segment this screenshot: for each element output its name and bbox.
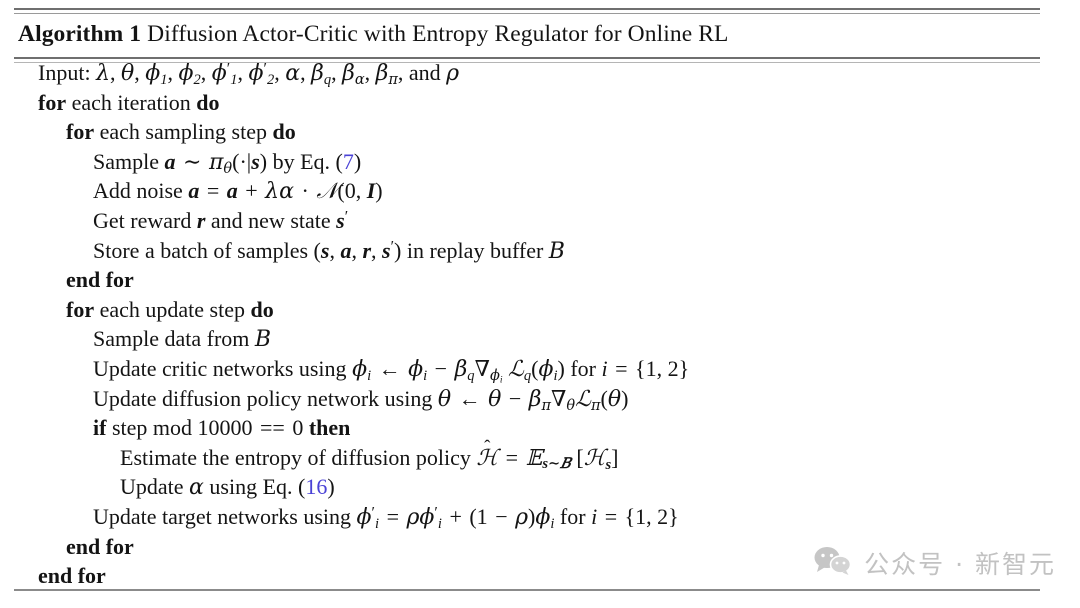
pseudocode-line-sample-data: Sample data from 𝐵 bbox=[93, 326, 272, 353]
pseudocode-line-end-for-sampling: end for bbox=[66, 267, 134, 293]
pseudocode-line-store-batch: Store a batch of samples (s, a, r, s′) i… bbox=[93, 237, 565, 264]
pseudocode-line-update-policy: Update diffusion policy network using θ … bbox=[93, 385, 629, 414]
watermark: 公众号 · 新智元 bbox=[813, 545, 1056, 581]
watermark-text: 公众号 · 新智元 bbox=[864, 550, 1056, 579]
pseudocode-line-get-reward: Get reward r and new state s′ bbox=[93, 207, 349, 233]
algorithm-title: Algorithm 1 Diffusion Actor-Critic with … bbox=[14, 14, 1040, 55]
algorithm-label: Algorithm 1 bbox=[18, 21, 142, 47]
algorithm-pseudocode: Input: λ, θ, ϕ1, ϕ2, ϕ′1, ϕ′2, α, βq, βα… bbox=[38, 58, 1038, 591]
algorithm-block: Algorithm 1 Diffusion Actor-Critic with … bbox=[14, 8, 1040, 63]
pseudocode-line-if-step-mod: if step mod 10000 == 0 then bbox=[93, 415, 351, 441]
index-set-target: {1, 2} bbox=[624, 503, 679, 529]
eq-ref-16[interactable]: 16 bbox=[305, 474, 327, 499]
pseudocode-line-input: Input: λ, θ, ϕ1, ϕ2, ϕ′1, ϕ′2, α, βq, βα… bbox=[38, 60, 460, 88]
pseudocode-line-update-alpha: Update α using Eq. (16) bbox=[120, 474, 335, 501]
pseudocode-line-add-noise: Add noise a = a + λα · 𝒩(0, I) bbox=[93, 178, 383, 205]
mod-period-value: 10000 bbox=[197, 415, 253, 441]
algorithm-title-text: Diffusion Actor-Critic with Entropy Regu… bbox=[147, 21, 729, 47]
pseudocode-line-for-sampling: for each sampling step do bbox=[66, 119, 296, 145]
pseudocode-line-update-target: Update target networks using ϕ′i = ρϕ′i … bbox=[93, 503, 679, 532]
wechat-bubbles-icon bbox=[813, 545, 853, 581]
pseudocode-line-sample-action: Sample a ∼ πθ(·|s) by Eq. (7) bbox=[93, 148, 362, 177]
pseudocode-line-estimate-entropy: Estimate the entropy of diffusion policy… bbox=[120, 444, 619, 473]
algorithm-bottom-rule bbox=[14, 589, 1040, 593]
pseudocode-line-update-critic: Update critic networks using ϕi ← ϕi − β… bbox=[93, 355, 690, 386]
pseudocode-line-for-update: for each update step do bbox=[66, 296, 274, 322]
pseudocode-line-for-iteration: for each iteration do bbox=[38, 89, 220, 115]
eq-ref-7[interactable]: 7 bbox=[343, 149, 354, 174]
index-set-critic: {1, 2} bbox=[635, 355, 690, 381]
